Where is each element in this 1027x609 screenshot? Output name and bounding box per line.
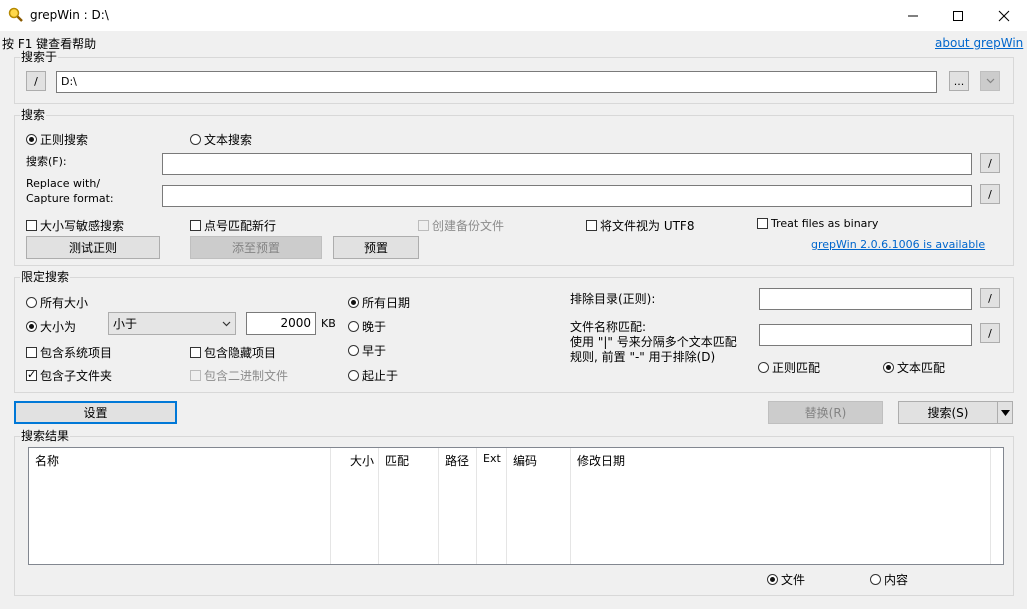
maximize-icon bbox=[953, 10, 963, 21]
newer-than-radio[interactable]: 晚于 bbox=[348, 318, 386, 335]
size-is-radio[interactable]: 大小为 bbox=[26, 318, 76, 335]
search-path-input[interactable]: D:\ bbox=[56, 71, 937, 93]
all-dates-radio[interactable]: 所有日期 bbox=[348, 294, 410, 311]
replace-input[interactable] bbox=[162, 185, 972, 207]
checkbox-checked-icon bbox=[26, 368, 37, 382]
column-header-ext[interactable]: Ext bbox=[477, 448, 507, 564]
limit-group-label: 限定搜索 bbox=[20, 270, 71, 284]
path-slash-button[interactable]: / bbox=[26, 71, 46, 91]
chevron-down-icon bbox=[222, 321, 231, 326]
radio-unselected-icon bbox=[348, 321, 359, 332]
checkbox-icon bbox=[418, 220, 429, 231]
column-header-path[interactable]: 路径 bbox=[439, 448, 477, 564]
preset-button[interactable]: 预置 bbox=[333, 236, 419, 259]
search-button[interactable]: 搜索(S) bbox=[898, 401, 998, 424]
column-header-size[interactable]: 大小 bbox=[331, 448, 379, 564]
maximize-button[interactable] bbox=[935, 0, 981, 31]
results-group-label: 搜索结果 bbox=[20, 429, 71, 443]
include-system-checkbox[interactable]: 包含系统项目 bbox=[26, 344, 112, 361]
include-hidden-checkbox[interactable]: 包含隐藏项目 bbox=[190, 344, 276, 361]
close-button[interactable] bbox=[981, 0, 1027, 31]
file-match-slash-button[interactable]: / bbox=[980, 323, 1000, 343]
utf8-checkbox[interactable]: 将文件视为 UTF8 bbox=[586, 217, 694, 234]
magnifier-icon bbox=[8, 7, 23, 22]
search-input[interactable] bbox=[162, 153, 972, 175]
radio-unselected-icon bbox=[190, 134, 201, 145]
radio-selected-icon bbox=[883, 362, 894, 373]
checkbox-icon bbox=[26, 347, 37, 358]
size-operator-select[interactable]: 小于 bbox=[108, 312, 236, 335]
dot-newline-checkbox[interactable]: 点号匹配新行 bbox=[190, 217, 276, 234]
checkbox-icon bbox=[586, 220, 597, 231]
settings-button[interactable]: 设置 bbox=[14, 401, 177, 424]
path-history-button[interactable] bbox=[980, 71, 1000, 91]
add-preset-button[interactable]: 添至预置 bbox=[190, 236, 322, 259]
replace-label-line1: Replace with/ bbox=[26, 177, 101, 190]
browse-button[interactable]: ... bbox=[949, 71, 969, 91]
checkbox-icon bbox=[190, 347, 201, 358]
search-group-label: 搜索 bbox=[20, 108, 47, 122]
file-match-label-line3: 规则, 前置 "-" 用于排除(D) bbox=[570, 350, 716, 364]
exclude-dirs-slash-button[interactable]: / bbox=[980, 288, 1000, 308]
minimize-icon bbox=[908, 15, 918, 16]
text-match-radio[interactable]: 文本匹配 bbox=[883, 359, 945, 376]
chevron-down-icon bbox=[986, 78, 994, 84]
between-radio[interactable]: 起止于 bbox=[348, 367, 398, 384]
checkbox-icon bbox=[757, 218, 768, 229]
radio-unselected-icon bbox=[758, 362, 769, 373]
results-files-radio[interactable]: 文件 bbox=[767, 571, 805, 588]
all-sizes-radio[interactable]: 所有大小 bbox=[26, 294, 88, 311]
search-in-label: 搜索于 bbox=[20, 50, 59, 64]
column-header-matches[interactable]: 匹配 bbox=[379, 448, 439, 564]
regex-search-radio[interactable]: 正则搜索 bbox=[26, 131, 88, 148]
text-search-radio[interactable]: 文本搜索 bbox=[190, 131, 252, 148]
replace-label-line2: Capture format: bbox=[26, 192, 114, 205]
exclude-dirs-label: 排除目录(正则): bbox=[570, 292, 656, 306]
size-unit-label: KB bbox=[321, 317, 336, 330]
caret-down-icon bbox=[1000, 409, 1010, 416]
minimize-button[interactable] bbox=[890, 0, 936, 31]
include-binary-files-checkbox[interactable]: 包含二进制文件 bbox=[190, 367, 288, 384]
regex-match-radio[interactable]: 正则匹配 bbox=[758, 359, 820, 376]
create-backup-checkbox[interactable]: 创建备份文件 bbox=[418, 217, 504, 234]
checkbox-icon bbox=[26, 220, 37, 231]
column-header-modified[interactable]: 修改日期 bbox=[571, 448, 991, 564]
radio-selected-icon bbox=[26, 321, 37, 332]
radio-unselected-icon bbox=[348, 370, 359, 381]
checkbox-icon bbox=[190, 220, 201, 231]
close-icon bbox=[998, 10, 1010, 21]
case-sensitive-checkbox[interactable]: 大小写敏感搜索 bbox=[26, 217, 124, 234]
about-link[interactable]: about grepWin bbox=[935, 36, 1023, 50]
radio-selected-icon bbox=[348, 297, 359, 308]
radio-selected-icon bbox=[767, 574, 778, 585]
column-header-encoding[interactable]: 编码 bbox=[507, 448, 571, 564]
radio-selected-icon bbox=[26, 134, 37, 145]
search-slash-button[interactable]: / bbox=[980, 153, 1000, 173]
test-regex-button[interactable]: 测试正则 bbox=[26, 236, 160, 259]
replace-slash-button[interactable]: / bbox=[980, 184, 1000, 204]
binary-checkbox[interactable]: Treat files as binary bbox=[757, 217, 878, 230]
include-subfolders-checkbox[interactable]: 包含子文件夹 bbox=[26, 367, 112, 384]
radio-unselected-icon bbox=[870, 574, 881, 585]
update-link[interactable]: grepWin 2.0.6.1006 is available bbox=[811, 238, 985, 251]
replace-button[interactable]: 替换(R) bbox=[768, 401, 883, 424]
radio-unselected-icon bbox=[26, 297, 37, 308]
older-than-radio[interactable]: 早于 bbox=[348, 342, 386, 359]
search-split-dropdown[interactable] bbox=[997, 401, 1013, 424]
file-match-input[interactable] bbox=[759, 324, 972, 346]
size-value-input[interactable]: 2000 bbox=[246, 312, 316, 335]
checkbox-icon bbox=[190, 370, 201, 381]
window-title: grepWin : D:\ bbox=[30, 8, 109, 22]
column-header-name[interactable]: 名称 bbox=[29, 448, 331, 564]
results-list[interactable]: 名称 大小 匹配 路径 Ext 编码 修改日期 bbox=[28, 447, 1004, 565]
exclude-dirs-input[interactable] bbox=[759, 288, 972, 310]
results-content-radio[interactable]: 内容 bbox=[870, 571, 908, 588]
radio-unselected-icon bbox=[348, 345, 359, 356]
search-field-label: 搜索(F): bbox=[26, 155, 67, 168]
title-bar: grepWin : D:\ bbox=[0, 0, 1027, 31]
